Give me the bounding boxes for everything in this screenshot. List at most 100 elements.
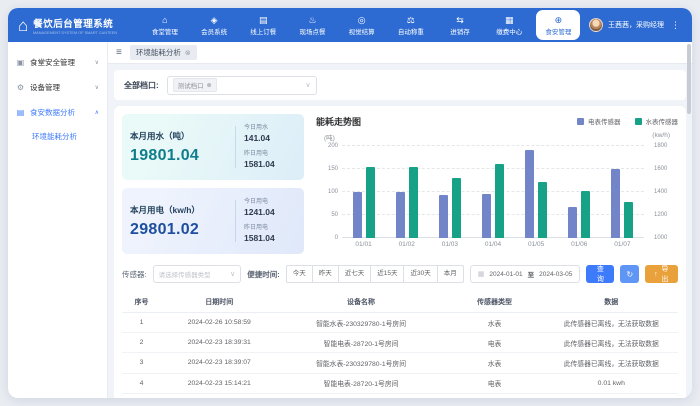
y-axis-left-tick: 100 (316, 189, 338, 195)
more-menu-icon[interactable]: ⋮ (669, 20, 682, 31)
chart-title: 能耗走势图 (316, 115, 361, 128)
y-axis-right-tick: 1000 (654, 235, 676, 241)
export-label: 导出 (661, 264, 669, 284)
foodsafe-icon: ⊕ (555, 15, 563, 25)
nav-item-onsite-order[interactable]: ♨现场点餐 (290, 8, 334, 42)
table-cell: 2024-02-26 10:58:59 (161, 313, 278, 333)
nav-item-member-system[interactable]: ◈会员系统 (192, 8, 236, 42)
bar-electric[interactable] (611, 169, 620, 238)
table-row[interactable]: 22024-02-23 18:39:31智能电表-28720-1号房间电表此传感… (122, 333, 678, 353)
quick-time-button[interactable]: 本月 (437, 265, 464, 283)
bar-group (471, 146, 514, 238)
table-cell: 水表 (444, 313, 544, 333)
yesterday-electric-label: 昨日用电 (244, 222, 296, 231)
vertical-scrollbar[interactable] (687, 44, 691, 114)
table-cell: 2 (122, 333, 161, 353)
bar-electric[interactable] (439, 195, 448, 238)
sidebar-item-device-mgmt[interactable]: ⚙设备管理∨ (8, 75, 107, 100)
nav-item-canteen-mgmt[interactable]: ⌂食堂管理 (143, 8, 187, 42)
onsite-icon: ♨ (308, 15, 316, 25)
bar-water[interactable] (581, 191, 590, 238)
export-icon: ↑ (654, 271, 658, 278)
bar-electric[interactable] (568, 207, 577, 238)
stall-select[interactable]: 测试档口 ⊗ ∨ (167, 76, 317, 95)
tab-strip: ≡ 环境能耗分析 ⊗ (108, 42, 692, 64)
quick-time-button[interactable]: 今天 (286, 265, 313, 283)
x-tick-label: 01/03 (428, 241, 471, 248)
bar-electric[interactable] (525, 150, 534, 239)
x-tick-label: 01/05 (515, 241, 558, 248)
bar-water[interactable] (495, 164, 504, 238)
top-navbar: ⌂ 餐饮后台管理系统 MANAGEMENT SYSTEM OF SMART CA… (8, 8, 692, 42)
table-row[interactable]: 12024-02-26 10:58:59智能水表-230329780-1号房间水… (122, 313, 678, 333)
electric-stat-value: 29801.02 (130, 221, 227, 239)
nav-item-auto-weigh[interactable]: ⚖自动称重 (389, 8, 433, 42)
nav-item-food-safety[interactable]: ⊕食安管理 (536, 10, 580, 40)
bar-water[interactable] (538, 182, 547, 238)
user-chip[interactable]: 王茜茜，采购经理 ⋮ (583, 18, 692, 32)
legend-item[interactable]: 电表传感器 (577, 116, 621, 126)
sidebar-item-foodsafe-analysis[interactable]: ▤食安数据分析∧ (8, 100, 107, 125)
quick-time-button[interactable]: 近30天 (403, 265, 437, 283)
quick-time-button[interactable]: 近七天 (338, 265, 372, 283)
bar-electric[interactable] (353, 192, 362, 238)
date-range-picker[interactable]: ▦ 2024-01-01 至 2024-03-05 (470, 265, 581, 283)
collapse-sidebar-icon[interactable]: ≡ (116, 47, 122, 58)
nav-item-label: 会员系统 (201, 26, 227, 36)
bar-electric[interactable] (396, 192, 405, 238)
content-area: ≡ 环境能耗分析 ⊗ 全部档口: 测试档口 ⊗ ∨ (108, 42, 692, 398)
member-icon: ◈ (211, 15, 218, 25)
table-cell: 电表 (444, 333, 544, 353)
right-axis-label: (kw/h) (652, 132, 670, 139)
bar-water[interactable] (366, 167, 375, 238)
sidebar-item-label: 食安数据分析 (30, 107, 75, 118)
table-row[interactable]: 32024-02-23 18:39:07智能水表-230329780-1号房间水… (122, 353, 678, 373)
quick-time-button[interactable]: 近15天 (370, 265, 404, 283)
tab-close-icon[interactable]: ⊗ (185, 49, 191, 57)
bar-electric[interactable] (482, 194, 491, 238)
payment-icon: ▦ (505, 15, 514, 25)
app-window: ⌂ 餐饮后台管理系统 MANAGEMENT SYSTEM OF SMART CA… (8, 8, 692, 398)
sensor-select[interactable]: 请选择传感器类型 ∨ (153, 265, 242, 283)
header-cell: 数据 (545, 292, 678, 313)
bar-group (515, 146, 558, 238)
table-cell: 4 (122, 373, 161, 393)
tab-env-energy[interactable]: 环境能耗分析 ⊗ (130, 45, 197, 60)
quick-time-button[interactable]: 昨天 (312, 265, 339, 283)
bar-group (558, 146, 601, 238)
tag-close-icon[interactable]: ⊗ (207, 82, 212, 89)
bar-group (385, 146, 428, 238)
sidebar-item-canteen-safety-mgmt[interactable]: ▣食堂安全管理∨ (8, 50, 107, 75)
bar-water[interactable] (452, 178, 461, 238)
quick-time-buttons: 今天昨天近七天近15天近30天本月 (286, 265, 464, 283)
export-button[interactable]: ↑ 导出 (645, 265, 678, 283)
nav-item-inventory[interactable]: ⇆进销存 (438, 8, 482, 42)
yesterday-label: 昨日用电 (244, 148, 296, 157)
submenu-item-env-energy-analysis[interactable]: 环境能耗分析 (8, 125, 107, 148)
stat-cards: 本月用水（吨） 19801.04 今日用水 141.04 昨日用电 1581.0… (122, 114, 304, 254)
bar-water[interactable] (624, 202, 633, 238)
nav-item-online-order[interactable]: ▤线上订餐 (241, 8, 285, 42)
refresh-button[interactable]: ↻ (620, 265, 639, 283)
table-row[interactable]: 42024-02-23 15:14:21智能电表-28720-1号房间电表0.0… (122, 373, 678, 393)
legend-swatch (635, 118, 642, 125)
table-cell: 5 (122, 393, 161, 398)
chevron-up-icon: ∧ (95, 109, 99, 116)
vision-icon: ◎ (358, 15, 366, 25)
app-title: 餐饮后台管理系统 (33, 16, 132, 30)
table-row[interactable]: 52024-02-23 15:13:25智能水表-230329780-1号房间水… (122, 393, 678, 398)
search-button[interactable]: 查询 (586, 265, 614, 283)
y-axis-left-tick: 200 (316, 143, 338, 149)
x-tick-label: 01/06 (558, 241, 601, 248)
nav-item-payment-center[interactable]: ▦缴费中心 (487, 8, 531, 42)
sidebar-item-label: 设备管理 (30, 82, 60, 93)
weigh-icon: ⚖ (407, 15, 415, 25)
gear-icon: ⚙ (16, 83, 25, 92)
nav-item-vision-settle[interactable]: ◎视觉结算 (340, 8, 384, 42)
stall-tag: 测试档口 ⊗ (173, 78, 217, 92)
legend-item[interactable]: 水表传感器 (635, 116, 679, 126)
bar-water[interactable] (409, 167, 418, 238)
left-axis-label: (吨) (324, 132, 335, 142)
table-cell: 157 吨 (545, 393, 678, 398)
tab-label: 环境能耗分析 (136, 47, 181, 58)
